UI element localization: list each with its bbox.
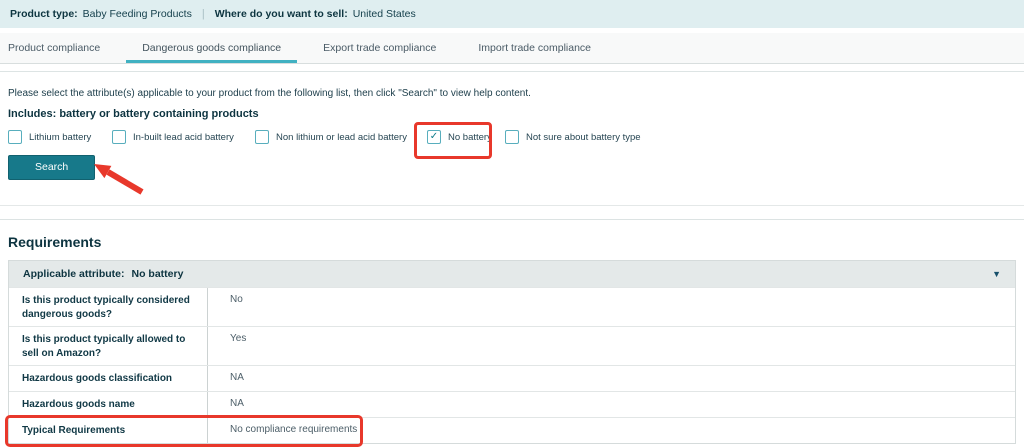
applicable-attribute-value: No battery xyxy=(132,268,184,280)
row-value: Yes xyxy=(208,327,1015,365)
tab-export-trade-compliance[interactable]: Export trade compliance xyxy=(307,33,452,63)
requirements-table-header[interactable]: Applicable attribute: No battery ▼ xyxy=(9,261,1015,287)
checkbox-label[interactable]: Lithium battery xyxy=(29,132,91,143)
row-label: Typical Requirements xyxy=(9,418,208,443)
checkbox-label[interactable]: In-built lead acid battery xyxy=(133,132,234,143)
tabstrip-underline xyxy=(0,64,1024,72)
row-value: NA xyxy=(208,366,1015,391)
compliance-tabs: Product compliance Dangerous goods compl… xyxy=(0,33,1024,64)
applicable-attribute-label: Applicable attribute: xyxy=(23,268,125,280)
row-value: NA xyxy=(208,392,1015,417)
row-label: Hazardous goods classification xyxy=(9,366,208,391)
checkbox-no-battery-checked[interactable]: ✓ xyxy=(427,130,441,144)
checkbox-item-not-sure[interactable]: Not sure about battery type xyxy=(505,130,641,144)
context-bar: Product type: Baby Feeding Products | Wh… xyxy=(0,0,1024,28)
checkbox-label[interactable]: Non lithium or lead acid battery xyxy=(276,132,407,143)
checkbox-lithium-battery[interactable] xyxy=(8,130,22,144)
product-type-value: Baby Feeding Products xyxy=(83,8,192,20)
checkbox-inbuilt-lead-acid[interactable] xyxy=(112,130,126,144)
checkbox-item-inbuilt-lead-acid[interactable]: In-built lead acid battery xyxy=(112,130,255,144)
requirements-heading: Requirements xyxy=(8,234,1024,250)
row-label: Is this product typically considered dan… xyxy=(9,288,208,326)
checkbox-item-no-battery[interactable]: ✓ No battery xyxy=(427,130,505,144)
table-row-typical-requirements: Typical Requirements No compliance requi… xyxy=(9,417,1015,443)
checkbox-item-non-lithium[interactable]: Non lithium or lead acid battery xyxy=(255,130,427,144)
section-divider-bottom xyxy=(0,206,1024,220)
table-row-dangerous-goods: Is this product typically considered dan… xyxy=(9,287,1015,326)
row-label: Hazardous goods name xyxy=(9,392,208,417)
search-button-area: Search xyxy=(8,155,95,180)
tab-dangerous-goods-compliance[interactable]: Dangerous goods compliance xyxy=(126,33,297,63)
row-value: No compliance requirements xyxy=(208,418,1015,443)
instruction-text: Please select the attribute(s) applicabl… xyxy=(8,88,1024,99)
requirements-table: Applicable attribute: No battery ▼ Is th… xyxy=(8,260,1016,444)
marketplace-label: Where do you want to sell: xyxy=(215,8,348,20)
product-type-label: Product type: xyxy=(10,8,78,20)
checkbox-label[interactable]: No battery xyxy=(448,132,492,143)
table-row-allowed-to-sell: Is this product typically allowed to sel… xyxy=(9,326,1015,365)
checkbox-item-lithium-battery[interactable]: Lithium battery xyxy=(8,130,112,144)
collapse-caret-icon[interactable]: ▼ xyxy=(992,269,1001,279)
section-divider-top xyxy=(0,180,1024,206)
context-divider: | xyxy=(202,8,205,20)
checkbox-label[interactable]: Not sure about battery type xyxy=(526,132,641,143)
checkbox-non-lithium[interactable] xyxy=(255,130,269,144)
checkbox-not-sure[interactable] xyxy=(505,130,519,144)
includes-heading: Includes: battery or battery containing … xyxy=(8,108,1024,120)
table-row-hazardous-classification: Hazardous goods classification NA xyxy=(9,365,1015,391)
table-row-hazardous-name: Hazardous goods name NA xyxy=(9,391,1015,417)
tab-import-trade-compliance[interactable]: Import trade compliance xyxy=(462,33,607,63)
attribute-selection-panel: Please select the attribute(s) applicabl… xyxy=(0,88,1024,180)
marketplace-value: United States xyxy=(353,8,416,20)
battery-checkbox-row: Lithium battery In-built lead acid batte… xyxy=(8,128,1024,146)
search-button[interactable]: Search xyxy=(8,155,95,180)
tab-product-compliance[interactable]: Product compliance xyxy=(0,33,116,63)
row-value: No xyxy=(208,288,1015,326)
row-label: Is this product typically allowed to sel… xyxy=(9,327,208,365)
